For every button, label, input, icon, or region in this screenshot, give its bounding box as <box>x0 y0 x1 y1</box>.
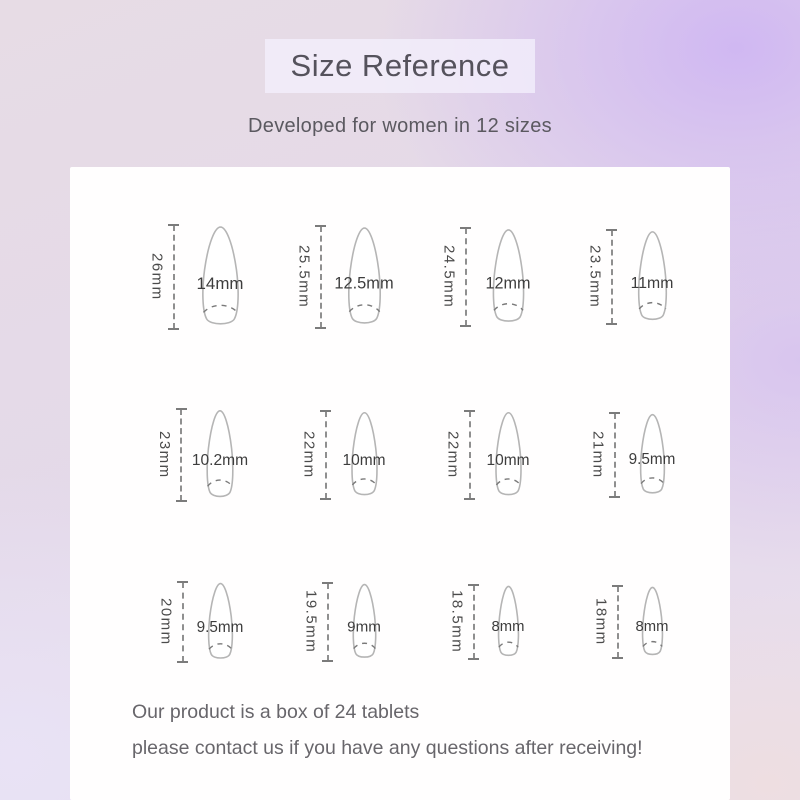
size-cell: 26mm 14mm <box>149 225 248 329</box>
nail-shape: 9.5mm <box>202 582 239 662</box>
page-title: Size Reference <box>265 39 536 93</box>
size-cell: 23mm 10.2mm <box>156 409 240 501</box>
measure-line <box>320 226 322 328</box>
size-cell: 23.5mm 11mm <box>587 230 674 324</box>
height-measure: 22mm <box>445 411 471 499</box>
height-measure: 20mm <box>158 582 184 662</box>
height-measure: 24.5mm <box>441 228 467 326</box>
nail-shape: 10mm <box>489 411 528 499</box>
nail-shape: 14mm <box>193 225 248 329</box>
size-chart-panel: 26mm 14mm 25.5mm 12.5mm 24.5mm <box>70 167 730 800</box>
height-label: 26mm <box>149 253 166 301</box>
measure-line <box>180 409 182 501</box>
height-label: 19.5mm <box>303 590 320 653</box>
footer-line-2: please contact us if you have any questi… <box>132 730 643 766</box>
width-label: 10mm <box>486 452 529 470</box>
size-cell: 25.5mm 12.5mm <box>296 226 389 328</box>
nail-shape: 8mm <box>637 586 668 658</box>
width-label: 11mm <box>631 275 674 293</box>
footer-line-1: Our product is a box of 24 tablets <box>132 694 643 730</box>
measure-line <box>617 586 619 658</box>
measure-line <box>473 585 475 659</box>
size-cell: 22mm 10mm <box>445 411 528 499</box>
size-cell: 22mm 10mm <box>301 411 384 499</box>
measure-line <box>611 230 613 324</box>
height-label: 18.5mm <box>449 590 466 653</box>
size-cell: 19.5mm 9mm <box>303 583 382 661</box>
measure-line <box>465 228 467 326</box>
height-label: 22mm <box>445 431 462 479</box>
size-cell: 18mm 8mm <box>593 586 668 658</box>
width-label: 12.5mm <box>334 275 393 294</box>
height-measure: 23mm <box>156 409 182 501</box>
width-label: 12mm <box>486 274 531 293</box>
width-label: 14mm <box>197 274 244 294</box>
size-grid: 26mm 14mm 25.5mm 12.5mm 24.5mm <box>70 167 730 702</box>
height-measure: 23.5mm <box>587 230 613 324</box>
height-label: 18mm <box>593 598 610 646</box>
size-cell: 21mm 9.5mm <box>590 413 671 497</box>
nail-shape: 9mm <box>347 583 382 661</box>
width-label: 8mm <box>636 619 669 635</box>
measure-line <box>469 411 471 499</box>
measure-line <box>327 583 329 661</box>
height-measure: 22mm <box>301 411 327 499</box>
height-measure: 26mm <box>149 225 175 329</box>
height-measure: 18mm <box>593 586 619 658</box>
size-cell: 24.5mm 12mm <box>441 228 532 326</box>
nail-shape: 12mm <box>485 228 532 326</box>
width-label: 8mm <box>492 619 525 635</box>
height-label: 24.5mm <box>441 245 458 308</box>
height-label: 22mm <box>301 431 318 479</box>
width-label: 9mm <box>347 619 381 636</box>
width-label: 10mm <box>342 452 385 470</box>
height-label: 23.5mm <box>587 245 604 308</box>
height-measure: 19.5mm <box>303 583 329 661</box>
nail-shape: 10mm <box>345 411 384 499</box>
width-label: 9.5mm <box>629 451 676 469</box>
nail-shape: 9.5mm <box>634 413 671 497</box>
nail-shape: 12.5mm <box>340 226 389 328</box>
height-label: 25.5mm <box>296 245 313 308</box>
nail-shape: 10.2mm <box>200 409 240 501</box>
height-label: 20mm <box>158 598 175 646</box>
footer-note: Our product is a box of 24 tablets pleas… <box>132 694 643 766</box>
height-label: 23mm <box>156 431 173 479</box>
height-label: 21mm <box>590 431 607 479</box>
measure-line <box>614 413 616 497</box>
width-label: 9.5mm <box>197 619 244 637</box>
nail-shape: 11mm <box>631 230 674 324</box>
measure-line <box>325 411 327 499</box>
nail-shape: 8mm <box>493 585 524 659</box>
size-cell: 20mm 9.5mm <box>158 582 239 662</box>
height-measure: 21mm <box>590 413 616 497</box>
height-measure: 25.5mm <box>296 226 322 328</box>
page-subtitle: Developed for women in 12 sizes <box>0 115 800 138</box>
measure-line <box>182 582 184 662</box>
height-measure: 18.5mm <box>449 585 475 659</box>
measure-line <box>173 225 175 329</box>
width-label: 10.2mm <box>192 452 248 470</box>
size-cell: 18.5mm 8mm <box>449 585 524 659</box>
page-header: Size Reference Developed for women in 12… <box>0 0 800 138</box>
